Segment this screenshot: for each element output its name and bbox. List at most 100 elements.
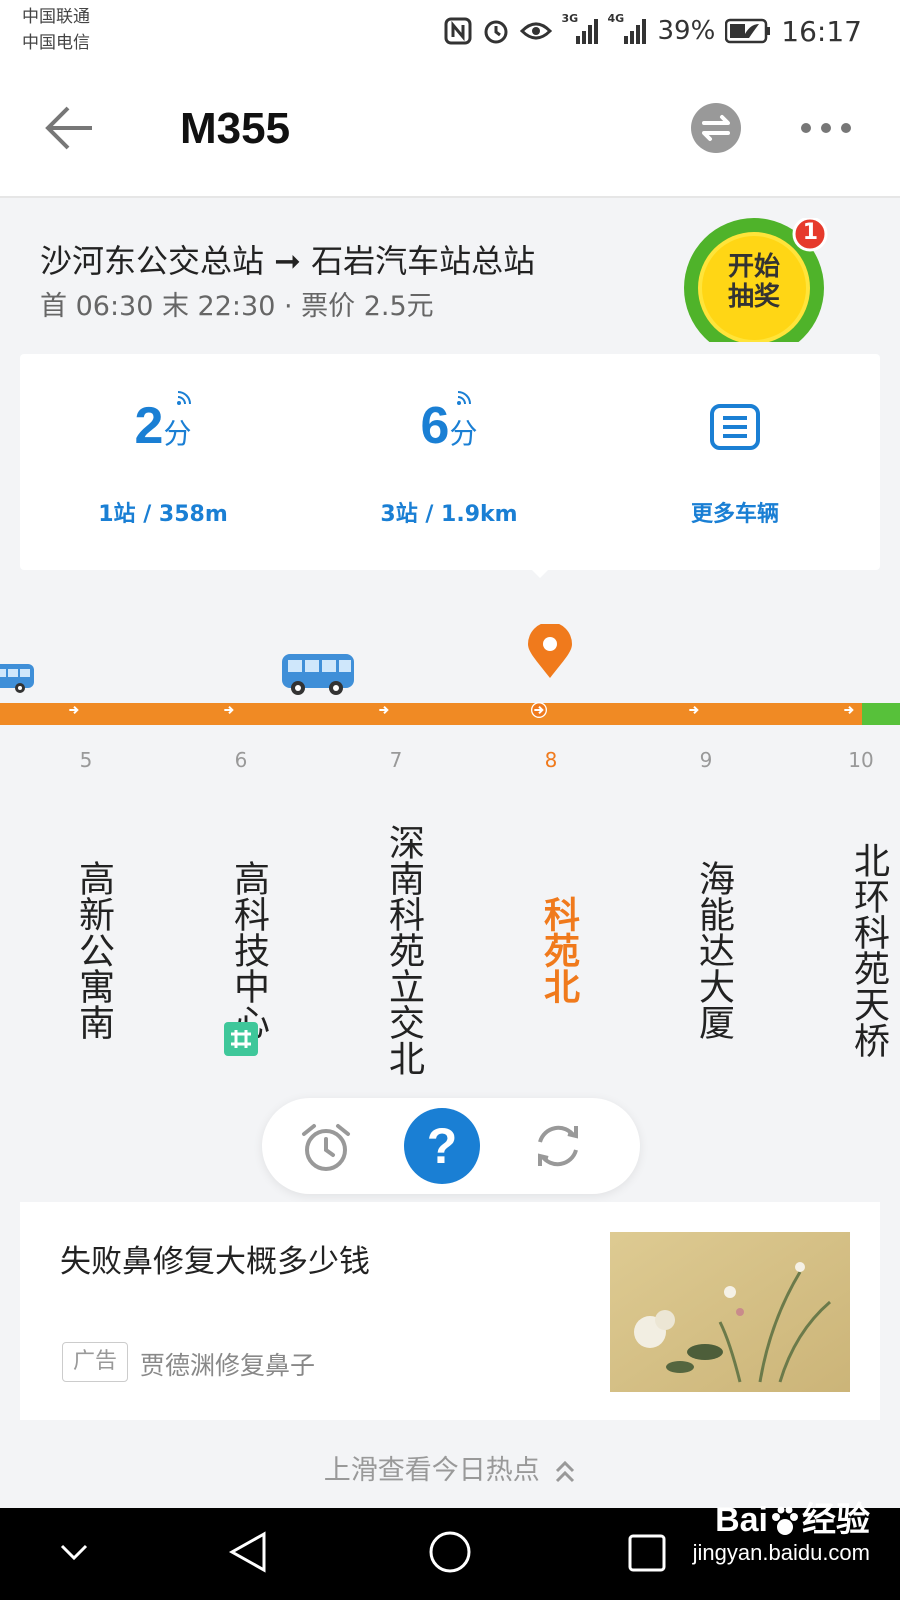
eta-time-2: 6分 [306, 396, 592, 456]
network-label-2: 4G [607, 12, 625, 25]
nav-hide-button[interactable] [56, 1534, 92, 1574]
more-dots-icon [801, 123, 851, 133]
stop-name[interactable]: 高新公寓南 [56, 790, 116, 1110]
action-bar: ? [262, 1098, 640, 1194]
realtime-signal-icon [457, 391, 471, 405]
eta-detail-1: 1站 / 358m [98, 502, 228, 527]
flower-painting-image [610, 1232, 850, 1392]
direction-arrow-icon [689, 705, 699, 715]
chevron-down-icon [60, 1544, 88, 1561]
switch-direction-button[interactable] [690, 102, 742, 154]
battery-percent: 39% [657, 16, 716, 46]
bus-marker-left[interactable] [0, 662, 36, 700]
more-vehicles-button[interactable]: 更多车辆 [592, 354, 878, 570]
eta-card: 2分 1站 / 358m 6分 3站 / 1.9km 更多车辆 [20, 354, 880, 570]
stop-name[interactable]: 深南科苑立交北 [366, 790, 426, 1110]
metro-transfer-badge [224, 1022, 258, 1056]
page-title: M355 [180, 104, 291, 153]
stop-number: 6 [234, 748, 248, 772]
metro-icon [231, 1030, 251, 1048]
network-label-1: 3G [561, 12, 579, 25]
swipe-up-hint[interactable]: 上滑查看今日热点 [0, 1448, 900, 1487]
stop-number: 10 [848, 748, 874, 772]
watermark-suffix: 经验 [802, 1501, 870, 1539]
eta-bus-1[interactable]: 2分 1站 / 358m [20, 354, 306, 570]
ad-title[interactable]: 失败鼻修复大概多少钱 [60, 1236, 370, 1281]
nav-recents-button[interactable] [626, 1532, 668, 1578]
list-icon [710, 404, 760, 450]
card-pointer [530, 568, 550, 578]
alarm-clock-icon [302, 1124, 350, 1171]
direction-arrow-icon [224, 705, 234, 715]
back-button[interactable] [40, 98, 100, 158]
watermark-url: jingyan.baidu.com [692, 1540, 870, 1565]
alarm-status-icon [482, 17, 510, 45]
ad-image[interactable] [610, 1232, 850, 1392]
lottery-label-line1: 开始 [727, 252, 780, 282]
route-line [0, 703, 900, 725]
carrier-1: 中国联通 [22, 7, 90, 27]
eta-bus-2[interactable]: 6分 3站 / 1.9km [306, 354, 592, 570]
stop-number: 5 [79, 748, 93, 772]
back-arrow-icon [45, 106, 92, 150]
clock: 16:17 [781, 14, 862, 48]
realtime-signal-icon [177, 391, 191, 405]
app-header: M355 [0, 60, 900, 198]
eta-minutes-2: 6 [420, 397, 450, 455]
eta-minutes-1: 2 [134, 397, 164, 455]
help-question-icon: ? [426, 1118, 458, 1174]
signal-4g-icon: 4G [608, 12, 648, 44]
bus-icon [282, 654, 354, 695]
current-stop-marker [526, 622, 574, 684]
nav-home-button[interactable] [426, 1528, 474, 1580]
double-chevron-up-icon [556, 1460, 575, 1482]
eta-unit-2: 分 [449, 418, 478, 449]
nav-back-button[interactable] [226, 1528, 270, 1580]
lottery-label: 开始 抽奖 [714, 252, 794, 312]
watermark-brand: Bai [715, 1501, 768, 1539]
stop-name-active[interactable]: 科苑北 [521, 790, 581, 1110]
triangle-back-icon [228, 1531, 266, 1573]
route-line-ahead [862, 703, 900, 725]
paw-icon [772, 1506, 798, 1536]
circle-home-icon [429, 1531, 471, 1573]
lottery-label-line2: 抽奖 [727, 282, 780, 312]
stop-name[interactable]: 北环科苑天桥 [831, 790, 891, 1110]
ad-source: 贾德渊修复鼻子 [140, 1351, 316, 1380]
help-button[interactable]: ? [404, 1108, 480, 1184]
active-stop-arrow-icon [531, 702, 547, 718]
battery-icon [725, 18, 771, 44]
direction-arrow-icon [844, 705, 854, 715]
bus-icon [0, 664, 34, 693]
lottery-badge-count: 1 [802, 220, 818, 245]
carrier-2: 中国电信 [22, 33, 90, 53]
baidu-jingyan-watermark: Bai 经验 jingyan.baidu.com [693, 1500, 870, 1566]
stop-number-active: 8 [544, 748, 558, 772]
direction-arrow-icon [69, 705, 79, 715]
eta-detail-2: 3站 / 1.9km [380, 502, 518, 527]
swap-direction-icon [691, 103, 741, 153]
stop-name[interactable]: 海能达大厦 [676, 790, 736, 1110]
stop-number: 7 [389, 748, 403, 772]
nfc-icon [444, 17, 472, 45]
more-button[interactable] [798, 112, 858, 144]
status-icons: 3G 4G 39% 16:17 [444, 12, 862, 50]
route-direction: 沙河东公交总站 ➞ 石岩汽车站总站 [40, 242, 536, 280]
location-pin-icon [528, 622, 572, 678]
signal-3g-icon: 3G [562, 12, 598, 44]
lottery-button[interactable]: 1 开始 抽奖 [680, 216, 828, 358]
direction-arrow-icon [379, 705, 389, 715]
refresh-button[interactable] [530, 1118, 586, 1174]
square-recents-icon [628, 1534, 666, 1572]
more-vehicles-label: 更多车辆 [690, 502, 779, 527]
status-bar: 中国联通 中国电信 3G 4G 39% 16:17 [0, 0, 900, 60]
eta-unit-1: 分 [163, 418, 192, 449]
route-hours-fare: 首 06:30 末 22:30 · 票价 2.5元 [40, 291, 434, 322]
bus-marker[interactable] [280, 650, 358, 702]
refresh-icon [538, 1125, 578, 1167]
ad-label: 广告 [62, 1342, 128, 1382]
swipe-hint-text: 上滑查看今日热点 [323, 1455, 540, 1486]
stop-name[interactable]: 高科技中心 [211, 790, 271, 1110]
eye-comfort-icon [519, 19, 552, 43]
alarm-button[interactable] [298, 1120, 354, 1176]
